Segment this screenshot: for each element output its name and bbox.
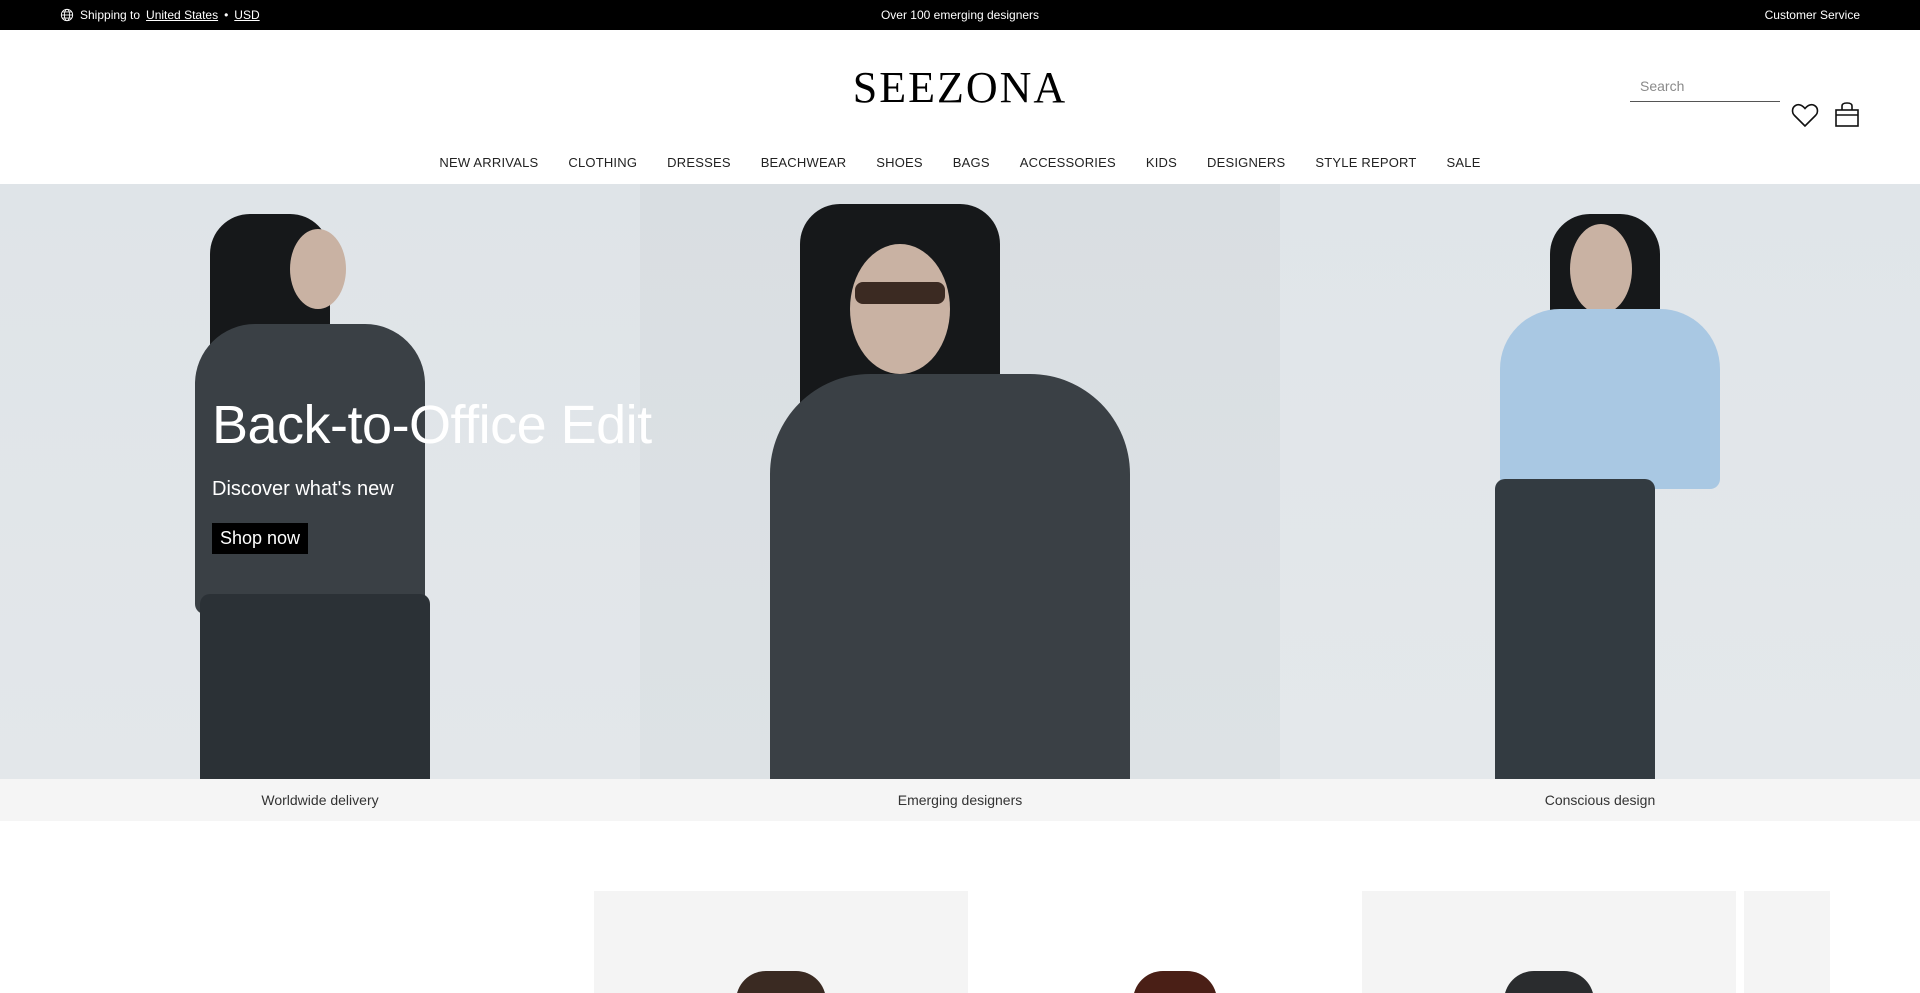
product-card[interactable] [1744,891,1830,993]
nav-dresses[interactable]: DRESSES [667,155,731,170]
nav-kids[interactable]: KIDS [1146,155,1177,170]
search-box [1630,70,1780,102]
announcement-text: Over 100 emerging designers [880,8,1040,22]
product-image [736,971,826,993]
product-card[interactable] [988,891,1362,993]
nav-clothing[interactable]: CLOTHING [568,155,637,170]
nav-designers[interactable]: DESIGNERS [1207,155,1285,170]
main-navigation: NEW ARRIVALS CLOTHING DRESSES BEACHWEAR … [0,140,1920,184]
product-card[interactable] [594,891,968,993]
hero-title: Back-to-Office Edit [212,395,652,455]
nav-style-report[interactable]: STYLE REPORT [1315,155,1416,170]
product-image [1133,971,1217,993]
hero-subtitle: Discover what's new [212,478,394,500]
shop-now-button[interactable]: Shop now [212,523,309,554]
heart-icon[interactable] [1790,100,1820,130]
hero-image-center [640,184,1280,779]
nav-beachwear[interactable]: BEACHWEAR [761,155,847,170]
site-header: SEEZONA [0,30,1920,140]
hero-content: Back-to-Office Edit Discover what's new … [212,394,652,554]
hero-banner[interactable]: Back-to-Office Edit Discover what's new … [0,184,1920,779]
bag-icon[interactable] [1832,100,1862,130]
search-input[interactable] [1630,70,1780,101]
nav-shoes[interactable]: SHOES [876,155,923,170]
nav-sale[interactable]: SALE [1447,155,1481,170]
product-card[interactable] [1362,891,1736,993]
nav-bags[interactable]: BAGS [953,155,990,170]
customer-service-link[interactable]: Customer Service [1765,8,1860,22]
benefit-worldwide-delivery: Worldwide delivery [261,792,379,808]
product-carousel [0,821,1920,993]
nav-new-arrivals[interactable]: NEW ARRIVALS [439,155,538,170]
product-image [1504,971,1594,993]
benefit-conscious-design: Conscious design [1544,792,1656,808]
benefit-emerging-designers: Emerging designers [897,792,1023,808]
nav-accessories[interactable]: ACCESSORIES [1020,155,1116,170]
top-bar: Shipping to United States • USD Over 100… [0,0,1920,30]
benefits-strip: Worldwide delivery Emerging designers Co… [0,779,1920,821]
hero-image-right [1280,184,1920,779]
